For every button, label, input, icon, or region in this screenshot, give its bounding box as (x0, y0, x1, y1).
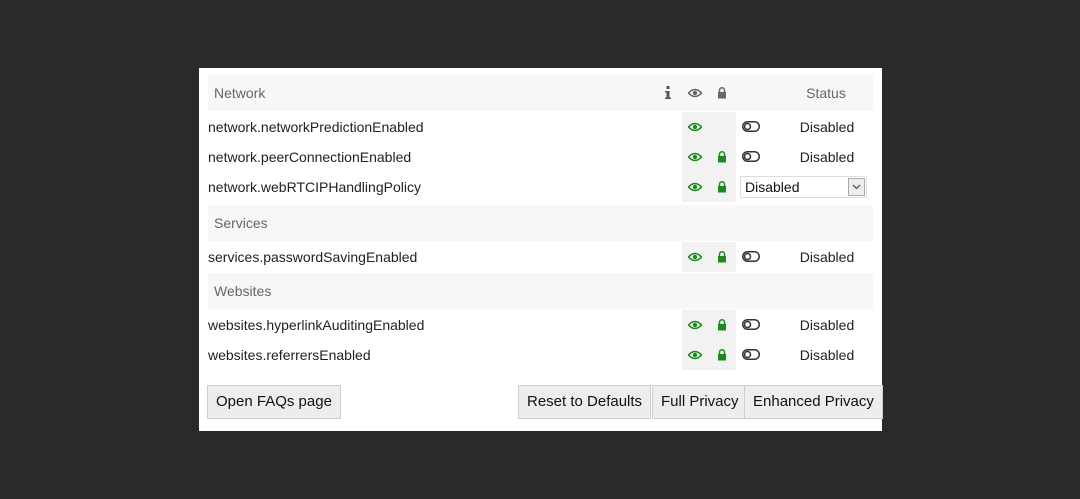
section-title: Services (214, 215, 268, 231)
lock-icon (713, 75, 731, 111)
lock-icon (713, 340, 731, 370)
privacy-settings-panel: Network Status network.networkPrediction… (199, 68, 883, 431)
status-value: Disabled (799, 317, 855, 333)
status-value: Disabled (799, 249, 855, 265)
full-privacy-button[interactable]: Full Privacy (652, 385, 748, 419)
lock-icon (713, 310, 731, 340)
setting-row: services.passwordSavingEnabled Disabled (208, 242, 873, 272)
select-value: Disabled (745, 179, 800, 195)
eye-icon (686, 172, 704, 202)
setting-row: websites.referrersEnabled Disabled (208, 340, 873, 370)
setting-name: network.peerConnectionEnabled (208, 149, 412, 165)
section-header-network: Network Status (208, 75, 873, 111)
status-value: Disabled (799, 347, 855, 363)
lock-icon (713, 242, 731, 272)
status-column-header: Status (806, 85, 846, 101)
status-value: Disabled (799, 149, 855, 165)
toggle-switch[interactable] (742, 319, 760, 330)
toggle-switch[interactable] (742, 151, 760, 162)
lock-icon (713, 172, 731, 202)
setting-name: services.passwordSavingEnabled (208, 249, 418, 265)
setting-name: network.webRTCIPHandlingPolicy (208, 179, 421, 195)
eye-icon (686, 310, 704, 340)
chevron-down-icon[interactable] (848, 178, 865, 196)
setting-row: network.webRTCIPHandlingPolicy Disabled (208, 172, 873, 202)
reset-defaults-button[interactable]: Reset to Defaults (518, 385, 652, 419)
lock-icon (713, 142, 731, 172)
section-header-services: Services (208, 205, 873, 241)
setting-row: websites.hyperlinkAuditingEnabled Disabl… (208, 310, 873, 340)
webrtc-policy-select[interactable]: Disabled (740, 176, 867, 198)
section-title: Network (214, 85, 266, 101)
enhanced-privacy-button[interactable]: Enhanced Privacy (744, 385, 883, 419)
eye-icon (686, 75, 704, 111)
setting-name: network.networkPredictionEnabled (208, 119, 424, 135)
eye-icon (686, 340, 704, 370)
toggle-switch[interactable] (742, 349, 760, 360)
eye-icon (686, 112, 704, 142)
toggle-switch[interactable] (742, 251, 760, 262)
eye-icon (686, 142, 704, 172)
info-icon (659, 75, 677, 111)
open-faqs-button[interactable]: Open FAQs page (207, 385, 341, 419)
section-title: Websites (214, 283, 272, 299)
eye-icon (686, 242, 704, 272)
setting-row: network.networkPredictionEnabled Disable… (208, 112, 873, 142)
toggle-switch[interactable] (742, 121, 760, 132)
setting-name: websites.referrersEnabled (208, 347, 371, 363)
status-value: Disabled (799, 119, 855, 135)
section-header-websites: Websites (208, 273, 873, 309)
setting-row: network.peerConnectionEnabled Disabled (208, 142, 873, 172)
setting-name: websites.hyperlinkAuditingEnabled (208, 317, 425, 333)
